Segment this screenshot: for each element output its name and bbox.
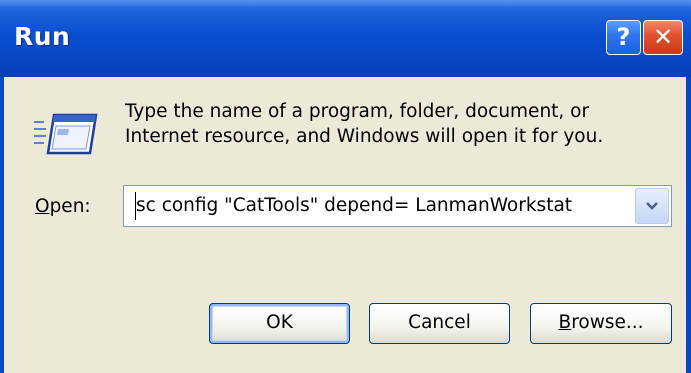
ok-button[interactable]: OK xyxy=(209,303,350,344)
open-label-accelerator: O xyxy=(35,196,50,217)
run-icon xyxy=(34,113,98,155)
instructions-line-2: Internet resource, and Windows will open… xyxy=(125,126,604,147)
open-label: Open: xyxy=(35,196,91,217)
chevron-down-icon xyxy=(646,202,658,210)
window-frame-right xyxy=(686,77,691,373)
open-combobox[interactable]: sc config "CatTools" depend= LanmanWorks… xyxy=(123,185,672,227)
browse-label-rest: rowse... xyxy=(571,312,644,333)
run-dialog: Run ? ✕ Type the name of a program, fold… xyxy=(0,0,691,373)
title-bar[interactable]: Run ? ✕ xyxy=(0,0,691,77)
instructions-text: Type the name of a program, folder, docu… xyxy=(125,99,665,149)
open-input[interactable]: sc config "CatTools" depend= LanmanWorks… xyxy=(136,195,572,216)
browse-accelerator: B xyxy=(558,312,572,333)
close-icon: ✕ xyxy=(652,23,674,51)
dialog-body: Type the name of a program, folder, docu… xyxy=(0,77,691,373)
browse-button[interactable]: Browse... xyxy=(530,303,672,344)
cancel-button[interactable]: Cancel xyxy=(369,303,510,344)
instructions-line-1: Type the name of a program, folder, docu… xyxy=(125,101,590,122)
window-title: Run xyxy=(14,22,71,51)
title-bar-highlight xyxy=(0,0,691,8)
help-icon: ? xyxy=(616,23,631,51)
open-label-rest: pen: xyxy=(49,196,91,217)
dropdown-button[interactable] xyxy=(635,188,669,224)
help-button[interactable]: ? xyxy=(606,20,641,55)
close-button[interactable]: ✕ xyxy=(643,20,683,55)
